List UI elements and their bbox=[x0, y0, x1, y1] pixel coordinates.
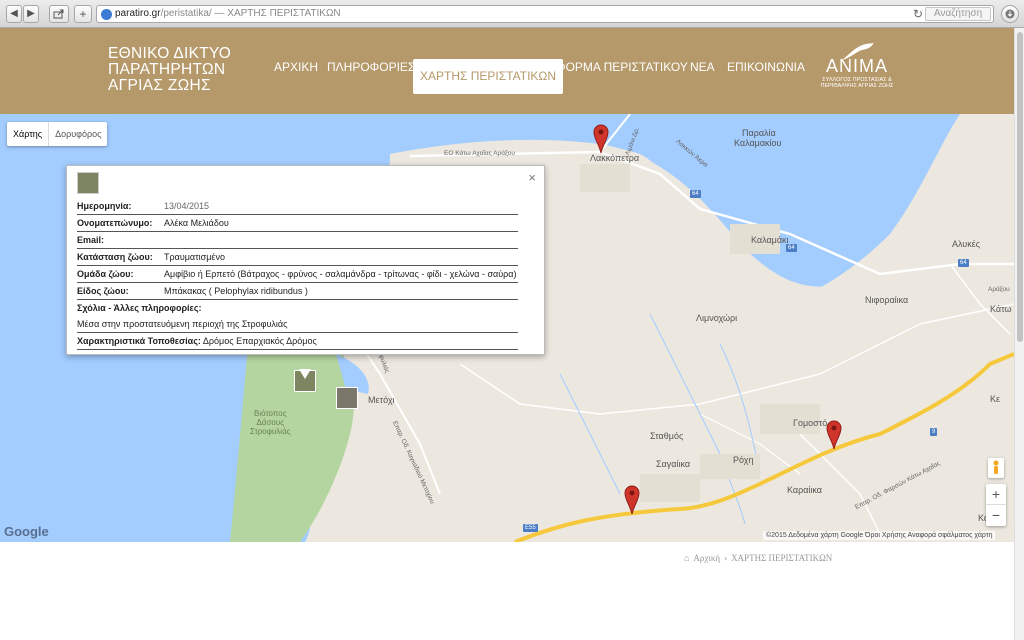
road-shield: 9 bbox=[930, 428, 938, 436]
incident-photo[interactable] bbox=[77, 172, 99, 194]
zoom-control: + − bbox=[986, 484, 1006, 526]
place-label: Λιμνοχώρι bbox=[696, 313, 738, 323]
url-path: /peristatika/ bbox=[160, 8, 212, 19]
place-label: Καραίικα bbox=[787, 485, 823, 495]
road-shield: 64 bbox=[690, 190, 701, 198]
name-value: Αλέκα Μελιάδου bbox=[164, 218, 229, 228]
nav-contact[interactable]: ΕΠΙΚΟΙΝΩΝΙΑ bbox=[727, 60, 805, 74]
zoom-in-button[interactable]: + bbox=[986, 484, 1006, 505]
anima-logo[interactable]: ANIMA ΣΥΛΛΟΓΟΣ ΠΡΟΣΤΑΣΙΑΣ & ΠΕΡΙΘΑΛΨΗΣ Α… bbox=[812, 40, 902, 89]
info-row-status: Κατάσταση ζώου: Τραυματισμένο bbox=[77, 249, 518, 266]
incident-marker[interactable] bbox=[624, 485, 640, 515]
place-label: Λακκόπετρα bbox=[590, 153, 640, 163]
info-row-name: Ονοματεπώνυμο: Αλέκα Μελιάδου bbox=[77, 215, 518, 232]
place-label: Παραλία bbox=[742, 128, 776, 138]
address-bar[interactable]: paratiro.gr/peristatika/ — ΧΑΡΤΗΣ ΠΕΡΙΣΤ… bbox=[96, 5, 994, 23]
species-value: Μπάκακας ( Pelophylax ridibundus ) bbox=[164, 286, 308, 296]
place-label: Γομοστό bbox=[793, 418, 828, 428]
reload-icon[interactable]: ↻ bbox=[913, 7, 923, 21]
group-value: Αμφίβιο ή Ερπετό (Βάτραχος - φρύνος - σα… bbox=[164, 269, 517, 279]
date-value: 13/04/2015 bbox=[164, 201, 210, 211]
nav-info[interactable]: ΠΛΗΡΟΦΟΡΙΕΣ bbox=[327, 60, 415, 74]
breadcrumb-current: ΧΑΡΤΗΣ ΠΕΡΙΣΤΑΤΙΚΩΝ bbox=[731, 553, 833, 563]
place-label: Αλυκές bbox=[952, 239, 981, 249]
nav-incident-form[interactable]: ΦΟΡΜΑ ΠΕΡΙΣΤΑΤΙΚΟΥ bbox=[556, 60, 688, 74]
place-label: Μετόχι bbox=[368, 395, 395, 405]
place-label: Νιφοραίικα bbox=[865, 295, 909, 305]
logo-line-3: ΑΓΡΙΑΣ ΖΩΗΣ bbox=[108, 77, 211, 94]
place-label: Κάτω bbox=[990, 304, 1012, 314]
nav-home[interactable]: ΑΡΧΙΚΗ bbox=[274, 60, 318, 74]
location-label: Χαρακτηριστικά Τοποθεσίας: bbox=[77, 336, 201, 346]
breadcrumb-separator: › bbox=[724, 553, 728, 563]
info-row-comments-label: Σχόλια - Άλλες πληροφορίες: bbox=[77, 303, 202, 313]
map-attribution[interactable]: ©2015 Δεδομένα χάρτη Google Όροι Χρήσης … bbox=[763, 531, 996, 540]
incident-marker[interactable] bbox=[826, 420, 842, 450]
info-row-comments: Μέσα στην προστατευόμενη περιοχή της Στρ… bbox=[77, 316, 518, 333]
google-logo: Google bbox=[4, 524, 49, 539]
incident-photo-marker[interactable] bbox=[336, 387, 358, 409]
zoom-out-button[interactable]: − bbox=[986, 505, 1006, 526]
info-row-date: Ημερομηνία: 13/04/2015 bbox=[77, 198, 518, 215]
road-label: ΕΟ Κάτω Αχαΐας Αράξου bbox=[444, 150, 515, 157]
globe-icon bbox=[101, 9, 112, 20]
site-logo[interactable]: ΕΘΝΙΚΟ ΔΙΚΤΥΟ ΠΑΡΑΤΗΡΗΤΩΝ ΑΓΡΙΑΣ ΖΩΗΣ bbox=[108, 45, 232, 94]
info-row-species: Είδος ζώου: Μπάκακας ( Pelophylax ridibu… bbox=[77, 283, 518, 300]
road-shield: 64 bbox=[958, 259, 969, 267]
url-host: paratiro.gr bbox=[115, 8, 161, 19]
browser-toolbar: ◀ ▶ + paratiro.gr/peristatika/ — ΧΑΡΤΗΣ … bbox=[0, 0, 1024, 28]
share-button[interactable] bbox=[49, 5, 69, 23]
info-row-email: Email: bbox=[77, 232, 518, 249]
road-shield: E55 bbox=[523, 524, 538, 532]
pegman-icon bbox=[993, 460, 999, 474]
info-row-location: Χαρακτηριστικά Τοποθεσίας: Δρόμος Επαρχι… bbox=[77, 333, 518, 350]
location-value: Δρόμος Επαρχιακός Δρόμος bbox=[202, 336, 317, 346]
map-type-satellite-button[interactable]: Δορυφόρος bbox=[49, 122, 107, 146]
comments-value: Μέσα στην προστατευόμενη περιοχή της Στρ… bbox=[77, 319, 288, 329]
map-type-map-button[interactable]: Χάρτης bbox=[7, 122, 50, 146]
page-title-in-url: — ΧΑΡΤΗΣ ΠΕΡΙΣΤΑΤΙΚΩΝ bbox=[211, 8, 341, 19]
park-label: Βιότοπος Δάσους Στροφυλιάς bbox=[250, 409, 291, 436]
bird-icon bbox=[842, 42, 874, 60]
place-label: Καλαμακίου bbox=[734, 138, 782, 148]
forward-button[interactable]: ▶ bbox=[23, 5, 39, 23]
incident-info-window: × Ημερομηνία: 13/04/2015 Ονοματεπώνυμο: … bbox=[66, 165, 545, 355]
info-row-group: Ομάδα ζώου: Αμφίβιο ή Ερπετό (Βάτραχος -… bbox=[77, 266, 518, 283]
scrollbar-thumb[interactable] bbox=[1017, 32, 1023, 342]
breadcrumb: ⌂ Αρχική › ΧΑΡΤΗΣ ΠΕΡΙΣΤΑΤΙΚΩΝ bbox=[684, 553, 836, 563]
breadcrumb-home[interactable]: Αρχική bbox=[693, 553, 720, 563]
page-scrollbar[interactable] bbox=[1014, 28, 1024, 640]
place-label: Ρόχη bbox=[733, 455, 754, 465]
street-view-pegman[interactable] bbox=[988, 458, 1004, 478]
place-label: Σταθμός bbox=[650, 431, 684, 441]
info-pointer-icon bbox=[299, 369, 311, 379]
nav-news[interactable]: ΝΕΑ bbox=[690, 60, 715, 74]
place-label: Σαγαίικα bbox=[656, 459, 691, 469]
road-shield: 64 bbox=[786, 244, 797, 252]
place-label: Καλαμάκι bbox=[751, 235, 789, 245]
back-button[interactable]: ◀ bbox=[6, 5, 22, 23]
incident-marker[interactable] bbox=[593, 124, 609, 154]
anima-subtitle-2: ΠΕΡΙΘΑΛΨΗΣ ΑΓΡΙΑΣ ΖΩΗΣ bbox=[820, 83, 894, 89]
download-button[interactable] bbox=[1001, 5, 1019, 23]
download-icon bbox=[1005, 9, 1015, 19]
incident-map[interactable]: Χάρτης Δορυφόρος Λακκόπετρα Παραλία Καλα… bbox=[0, 114, 1014, 542]
nav-incident-map[interactable]: ΧΑΡΤΗΣ ΠΕΡΙΣΤΑΤΙΚΩΝ bbox=[413, 59, 564, 94]
place-label: Κε bbox=[990, 394, 1001, 404]
search-button[interactable]: Αναζήτηση bbox=[925, 7, 991, 21]
road-label: Αράξου bbox=[988, 286, 1010, 293]
share-icon bbox=[53, 9, 64, 19]
logo-line-1: ΕΘΝΙΚΟ ΔΙΚΤΥΟ bbox=[108, 45, 232, 62]
home-icon[interactable]: ⌂ bbox=[684, 553, 689, 563]
new-tab-button[interactable]: + bbox=[74, 5, 92, 23]
map-type-control: Χάρτης Δορυφόρος bbox=[7, 122, 108, 146]
site-header: ΕΘΝΙΚΟ ΔΙΚΤΥΟ ΠΑΡΑΤΗΡΗΤΩΝ ΑΓΡΙΑΣ ΖΩΗΣ ΑΡ… bbox=[0, 28, 1014, 114]
status-value: Τραυματισμένο bbox=[164, 252, 225, 262]
close-icon[interactable]: × bbox=[528, 170, 536, 185]
logo-line-2: ΠΑΡΑΤΗΡΗΤΩΝ bbox=[108, 61, 226, 78]
